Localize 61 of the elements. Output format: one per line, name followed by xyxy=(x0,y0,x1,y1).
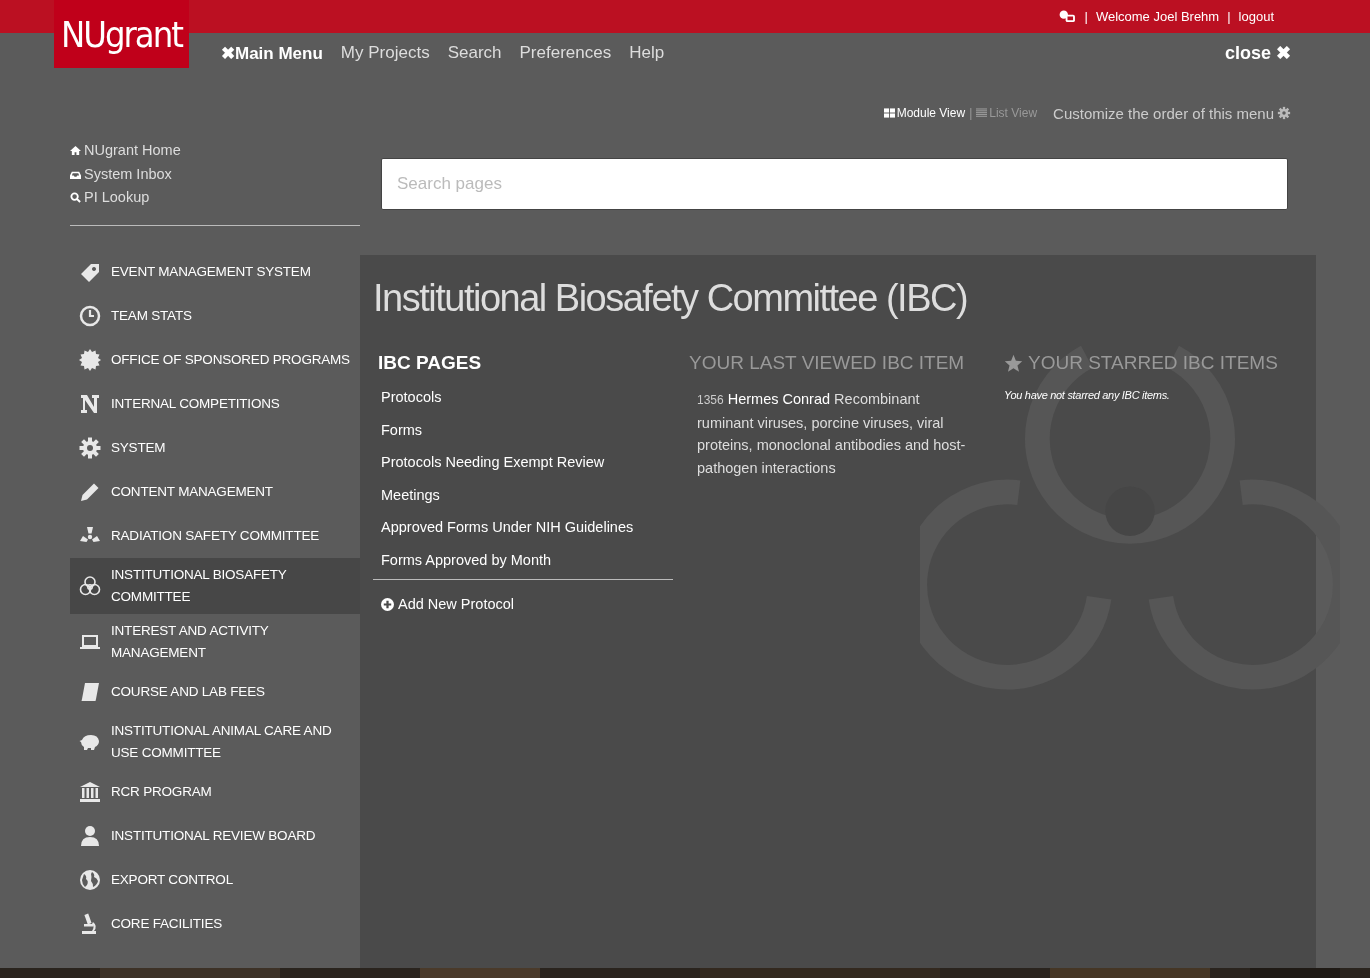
module-menu-item[interactable]: INTERNAL COMPETITIONS xyxy=(70,381,360,426)
module-menu-item[interactable]: INSTITUTIONAL ANIMAL CARE AND USE COMMITTEE xyxy=(70,713,360,770)
panel-title: Institutional Biosafety Committee (IBC) xyxy=(373,277,969,321)
user-icon xyxy=(78,823,102,848)
quick-link[interactable]: System Inbox xyxy=(70,162,360,186)
search-icon xyxy=(70,192,81,204)
module-menu-item[interactable]: INSTITUTIONAL REVIEW BOARD xyxy=(70,813,360,858)
welcome-link[interactable]: Welcome Joel Brehm xyxy=(1095,9,1220,24)
logout-link[interactable]: logout xyxy=(1238,9,1274,24)
nav-link[interactable]: My Projects xyxy=(340,42,430,64)
globe-icon xyxy=(78,867,102,892)
add-protocol-link[interactable]: Add New Protocol xyxy=(373,596,673,612)
settings-icon xyxy=(1277,106,1291,120)
empty-note: You have not starred any IBC items. xyxy=(1004,389,1171,401)
module-menu-item[interactable]: INTEREST AND ACTIVITY MANAGEMENT xyxy=(70,613,360,670)
nav-link[interactable]: Search xyxy=(447,42,502,64)
settings-icon xyxy=(78,435,102,460)
module-menu-item[interactable]: RCR PROGRAM xyxy=(70,769,360,814)
section-heading: YOUR LAST VIEWED IBC ITEM xyxy=(689,351,966,375)
page-link[interactable]: Forms xyxy=(373,413,673,446)
quick-link[interactable]: PI Lookup xyxy=(70,186,360,210)
module-menu-item[interactable]: OFFICE OF SPONSORED PROGRAMS xyxy=(70,337,360,382)
separator: | xyxy=(1227,9,1231,24)
module-menu-item[interactable]: EXPORT CONTROL xyxy=(70,857,360,902)
grid-icon xyxy=(883,108,895,118)
separator: | xyxy=(969,106,973,120)
module-menu-item[interactable]: INSTITUTIONAL BIOSAFETY COMMITTEE xyxy=(70,557,360,614)
clock-icon xyxy=(78,303,102,328)
nav-link[interactable]: ✖Main Menu xyxy=(221,42,323,64)
section-heading: YOUR STARRED IBC ITEMS xyxy=(1028,351,1278,375)
section-heading: IBC PAGES xyxy=(377,351,483,375)
page-link[interactable]: Approved Forms Under NIH Guidelines xyxy=(373,511,673,544)
home-icon xyxy=(70,145,81,157)
last-viewed-item[interactable]: 1356 Hermes Conrad Recombinant ruminant viruses, porcine viruses, viral proteins, monoclonal antibodies and host-pathogen interactions xyxy=(697,388,972,480)
module-menu-item[interactable]: EVENT MANAGEMENT SYSTEM xyxy=(70,249,360,294)
biohazard-icon xyxy=(78,573,102,598)
list-icon xyxy=(976,108,988,118)
plus-circle-icon xyxy=(381,597,394,611)
separator: | xyxy=(1084,9,1088,24)
module-menu-item[interactable]: CONTENT MANAGEMENT xyxy=(70,469,360,514)
search-field[interactable]: Search pages xyxy=(381,158,1288,210)
module-menu-item[interactable]: COURSE AND LAB FEES xyxy=(70,669,360,714)
bank-building-icon xyxy=(78,779,102,804)
nav-link[interactable]: Preferences xyxy=(519,42,612,64)
nav-link[interactable]: Help xyxy=(629,42,665,64)
chat-icon[interactable] xyxy=(1059,10,1077,23)
logo[interactable]: NUgrant xyxy=(54,0,189,68)
page-link[interactable]: Protocols Needing Exempt Review xyxy=(373,446,673,479)
quick-link[interactable]: NUgrant Home xyxy=(70,139,360,163)
module-view-toggle[interactable]: Module View xyxy=(883,106,966,120)
star-icon xyxy=(1004,353,1023,373)
seal-icon xyxy=(78,347,102,372)
customize-menu-link[interactable]: Customize the order of this menu xyxy=(1053,104,1291,122)
close-button[interactable]: close ✖ xyxy=(1224,42,1291,64)
module-menu-item[interactable]: CORE FACILITIES xyxy=(70,901,360,946)
page-link[interactable]: Forms Approved by Month xyxy=(373,543,673,576)
page-link[interactable]: Meetings xyxy=(373,478,673,511)
module-menu-item[interactable]: RADIATION SAFETY COMMITTEE xyxy=(70,513,360,558)
page-link[interactable]: Protocols xyxy=(373,381,673,414)
module-menu-item[interactable]: TEAM STATS xyxy=(70,293,360,338)
module-menu-item[interactable]: SYSTEM xyxy=(70,425,360,470)
